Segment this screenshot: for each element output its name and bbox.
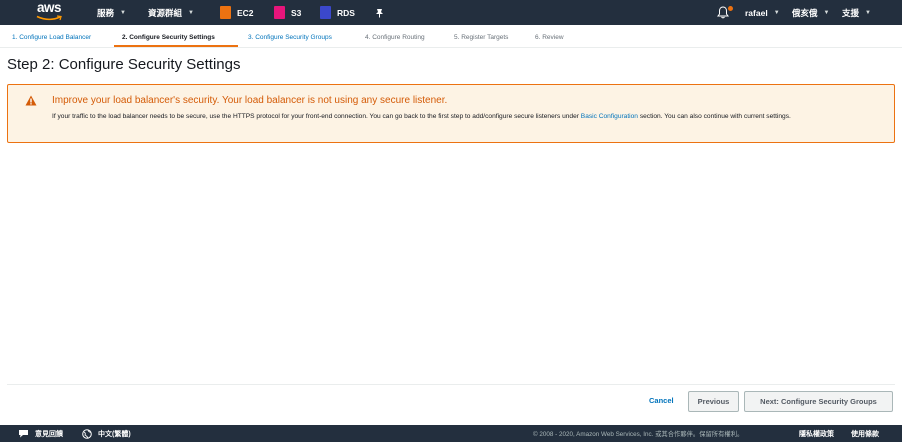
notification-dot xyxy=(728,6,733,11)
pin-rds-label: RDS xyxy=(337,7,355,18)
console-footer: 意見回饋 中文(繁體) © 2008 - 2020, Amazon Web Se… xyxy=(0,425,902,442)
support-label: 支援 xyxy=(842,7,860,18)
aws-logo-text: aws xyxy=(37,0,62,15)
step-review: 6. Review xyxy=(535,34,564,41)
privacy-policy-link[interactable]: 隱私權政策 xyxy=(799,425,834,442)
feedback-bubble-icon xyxy=(19,430,28,438)
step-register-targets: 5. Register Targets xyxy=(454,34,509,41)
wizard-steps: 1. Configure Load Balancer 2. Configure … xyxy=(0,25,902,48)
step-configure-routing: 4. Configure Routing xyxy=(365,34,425,41)
region-menu[interactable]: 俄亥俄 ▼ xyxy=(792,0,829,25)
top-navigation-bar: aws 服務 ▼ 資源群組 ▼ EC2 S3 RDS rafael ▼ 俄亥俄 ▼ 支援… xyxy=(0,0,902,25)
aws-smile-icon xyxy=(36,15,62,21)
ec2-icon xyxy=(220,6,231,19)
cancel-button[interactable]: Cancel xyxy=(649,396,674,405)
rds-icon xyxy=(320,6,331,19)
globe-icon xyxy=(82,428,92,439)
alert-body-text-end: section. You can also continue with curr… xyxy=(637,113,791,120)
region-label: 俄亥俄 xyxy=(792,7,818,18)
active-step-indicator xyxy=(114,45,238,47)
s3-icon xyxy=(274,6,285,19)
language-label: 中文(繁體) xyxy=(98,430,131,438)
next-configure-security-groups-button[interactable]: Next: Configure Security Groups xyxy=(744,391,893,412)
resource-groups-label: 資源群組 xyxy=(148,7,183,18)
copyright-text: © 2008 - 2020, Amazon Web Services, Inc.… xyxy=(533,431,744,438)
actions-divider xyxy=(7,384,895,385)
services-label: 服務 xyxy=(97,7,115,18)
chevron-down-icon: ▼ xyxy=(120,9,126,16)
resource-groups-menu[interactable]: 資源群組 ▼ xyxy=(148,0,194,25)
feedback-link[interactable]: 意見回饋 xyxy=(18,425,63,442)
language-selector[interactable]: 中文(繁體) xyxy=(82,425,131,442)
basic-configuration-link[interactable]: Basic Configuration xyxy=(581,113,638,120)
chevron-down-icon: ▼ xyxy=(823,9,830,16)
alert-body: If your traffic to the load balancer nee… xyxy=(52,111,890,123)
security-warning-alert: Improve your load balancer's security. Y… xyxy=(7,84,895,143)
step-configure-security-settings[interactable]: 2. Configure Security Settings xyxy=(122,34,215,41)
chevron-down-icon: ▼ xyxy=(773,9,780,16)
step-configure-security-groups[interactable]: 3. Configure Security Groups xyxy=(248,34,332,41)
chevron-down-icon: ▼ xyxy=(865,9,871,16)
pin-icon[interactable] xyxy=(375,0,384,25)
support-menu[interactable]: 支援 ▼ xyxy=(842,0,871,25)
page-title: Step 2: Configure Security Settings xyxy=(7,56,241,73)
alert-body-text: If your traffic to the load balancer nee… xyxy=(52,113,581,120)
step-configure-load-balancer[interactable]: 1. Configure Load Balancer xyxy=(12,34,91,41)
user-label: rafael xyxy=(745,7,768,18)
aws-logo[interactable]: aws xyxy=(33,0,71,23)
user-menu[interactable]: rafael ▼ xyxy=(745,0,780,25)
alert-title: Improve your load balancer's security. Y… xyxy=(52,95,448,106)
warning-icon xyxy=(25,95,37,106)
chevron-down-icon: ▼ xyxy=(188,9,194,16)
feedback-label: 意見回饋 xyxy=(35,430,63,438)
pin-ec2[interactable]: EC2 xyxy=(220,0,254,25)
pushpin-icon xyxy=(376,8,383,17)
terms-of-use-link[interactable]: 使用條款 xyxy=(851,425,879,442)
pin-s3-label: S3 xyxy=(291,7,302,18)
pin-ec2-label: EC2 xyxy=(237,7,254,18)
previous-button[interactable]: Previous xyxy=(688,391,739,412)
services-menu[interactable]: 服務 ▼ xyxy=(97,0,126,25)
pin-rds[interactable]: RDS xyxy=(320,0,355,25)
pin-s3[interactable]: S3 xyxy=(274,0,301,25)
